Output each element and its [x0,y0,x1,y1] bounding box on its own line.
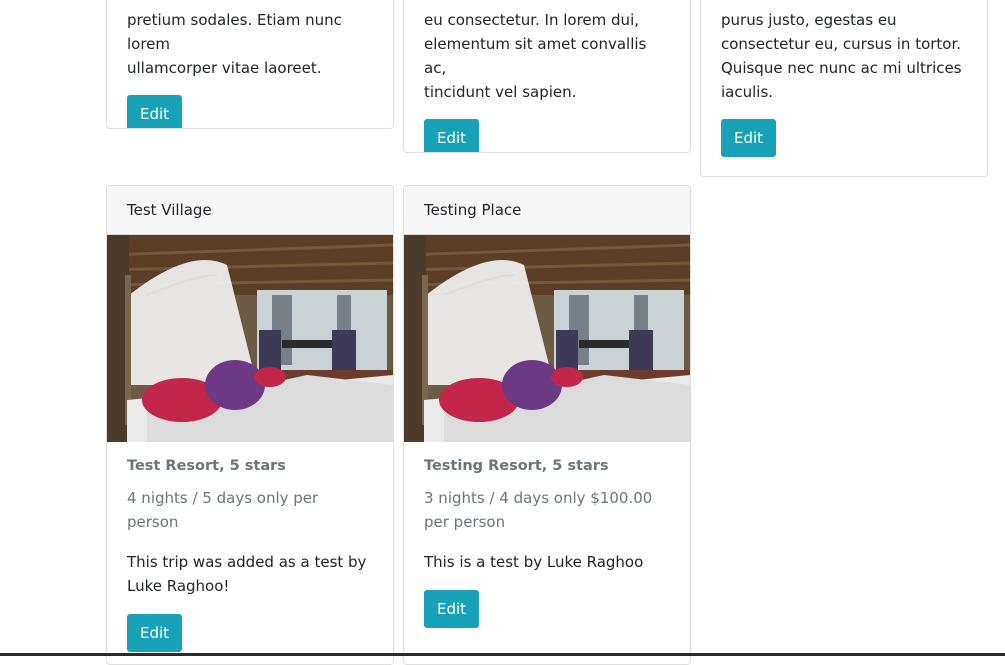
card-text-line: ullamcorper vitae laoreet. [127,59,322,77]
card-text-line: pretium sodales. Etiam nunc lorem [127,11,342,53]
trip-card-testing-place: Testing Place Testing Resort, 5 stars 3 … [403,185,691,665]
card-title: Testing Resort, 5 stars [424,458,609,474]
resort-bedroom-image [107,235,393,442]
card-description: This trip was added as a test by Luke Ra… [127,553,367,595]
card-text-line: iaculis. [721,83,774,101]
top-card-2: eu consectetur. In lorem dui, elementum … [403,0,691,153]
edit-button[interactable]: Edit [721,119,777,157]
card-text-line: eu consectetur. In lorem dui, [424,11,640,29]
edit-button[interactable]: Edit [424,590,480,628]
resort-bedroom-image [404,235,690,442]
edit-button[interactable]: Edit [127,95,183,128]
card-price: 4 nights / 5 days only per person [127,489,319,531]
card-text-line: consectetur eu, cursus in tortor. [721,35,962,53]
card-description: This is a test by Luke Raghoo [424,553,644,571]
top-card-1: pretium sodales. Etiam nunc lorem ullamc… [106,0,394,129]
card-text-line: tincidunt vel sapien. [424,83,577,101]
card-price: 3 nights / 4 days only $100.00 per perso… [424,489,653,531]
card-text-line: Quisque nec nunc ac mi ultrices [721,59,962,77]
edit-button[interactable]: Edit [424,119,480,152]
top-card-3: purus justo, egestas eu consectetur eu, … [700,0,988,177]
card-text-line: elementum sit amet convallis ac, [424,35,647,77]
card-text-line: purus justo, egestas eu [721,11,897,29]
trip-card-test-village: Test Village Test Resort, 5 stars 4 nigh… [106,185,394,665]
edit-button[interactable]: Edit [127,614,183,652]
card-title: Test Resort, 5 stars [127,458,286,474]
card-header: Testing Place [404,186,690,235]
card-header: Test Village [107,186,393,235]
